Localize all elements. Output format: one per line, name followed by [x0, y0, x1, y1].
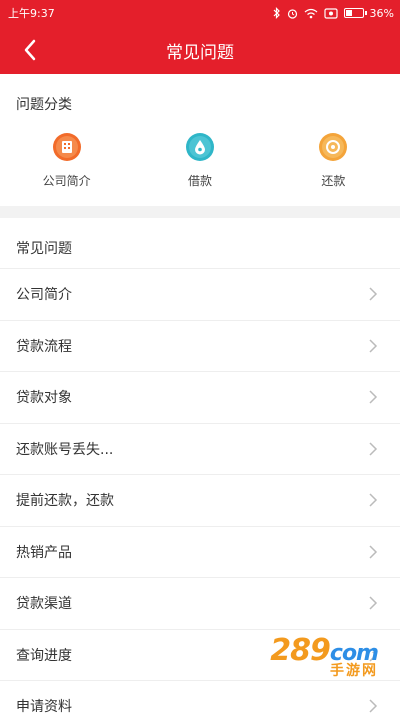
category-row: 公司简介 借款 还款 [0, 132, 400, 189]
category-section: 问题分类 公司简介 借款 还款 [0, 74, 400, 206]
category-heading: 问题分类 [16, 97, 72, 113]
chevron-right-icon [369, 390, 378, 404]
chevron-right-icon [369, 339, 378, 353]
battery-percent: 36% [369, 6, 394, 20]
faq-item-loan-channel[interactable]: 贷款渠道 [0, 577, 400, 629]
category-company[interactable]: 公司简介 [0, 132, 133, 189]
faq-item-label: 贷款对象 [16, 390, 72, 407]
section-divider [0, 206, 400, 218]
watermark-number: 289 [270, 633, 331, 668]
watermark-logo: 289com 手游网 [270, 633, 379, 679]
category-label: 借款 [187, 174, 212, 188]
category-label: 公司简介 [42, 174, 91, 188]
sim-icon [323, 7, 338, 19]
faq-item-loan-process[interactable]: 贷款流程 [0, 319, 400, 372]
chevron-right-icon [369, 596, 378, 610]
faq-heading: 常见问题 [16, 241, 72, 257]
status-time: 上午9:37 [8, 7, 55, 20]
status-bar: 上午9:37 36% [0, 0, 400, 26]
faq-item-label: 申请资料 [16, 699, 72, 714]
watermark-top: 289com [270, 633, 379, 668]
faq-item-label: 查询进度 [16, 647, 72, 664]
alarm-icon [287, 8, 297, 19]
faq-item-label: 贷款渠道 [16, 596, 72, 613]
chevron-right-icon [369, 545, 378, 559]
category-borrow[interactable]: 借款 [133, 132, 266, 189]
chevron-right-icon [369, 493, 378, 507]
chevron-right-icon [369, 699, 378, 713]
wifi-icon [304, 8, 317, 18]
faq-item-loan-target[interactable]: 贷款对象 [0, 371, 400, 423]
category-label: 还款 [321, 174, 346, 188]
chevron-left-icon [24, 39, 36, 61]
chevron-right-icon [369, 287, 378, 301]
faq-item-label: 还款账号丢失... [16, 441, 114, 458]
faq-item-label: 公司简介 [16, 287, 72, 304]
watermark-text: 手游网 [330, 663, 378, 679]
coin-icon [319, 133, 348, 161]
chevron-right-icon [369, 442, 378, 456]
bluetooth-icon [273, 7, 280, 19]
nav-bar: 常见问题 [0, 26, 400, 74]
faq-item-hot-products[interactable]: 热销产品 [0, 525, 400, 578]
faq-item-label: 提前还款，还款 [16, 493, 114, 510]
category-repay[interactable]: 还款 [267, 132, 400, 189]
faq-item-label: 热销产品 [16, 544, 72, 561]
battery-icon [343, 8, 367, 18]
building-icon [52, 133, 81, 161]
back-button[interactable] [16, 36, 44, 64]
status-icons: 36% [273, 7, 394, 20]
faq-item-early-repay[interactable]: 提前还款，还款 [0, 474, 400, 526]
faq-item-company[interactable]: 公司简介 [0, 268, 400, 320]
faq-item-label: 贷款流程 [16, 338, 72, 355]
faq-item-apply-docs[interactable]: 申请资料 [0, 680, 400, 714]
faq-item-lost-account[interactable]: 还款账号丢失... [0, 422, 400, 475]
page-title: 常见问题 [166, 42, 234, 63]
money-drop-icon [185, 133, 214, 161]
